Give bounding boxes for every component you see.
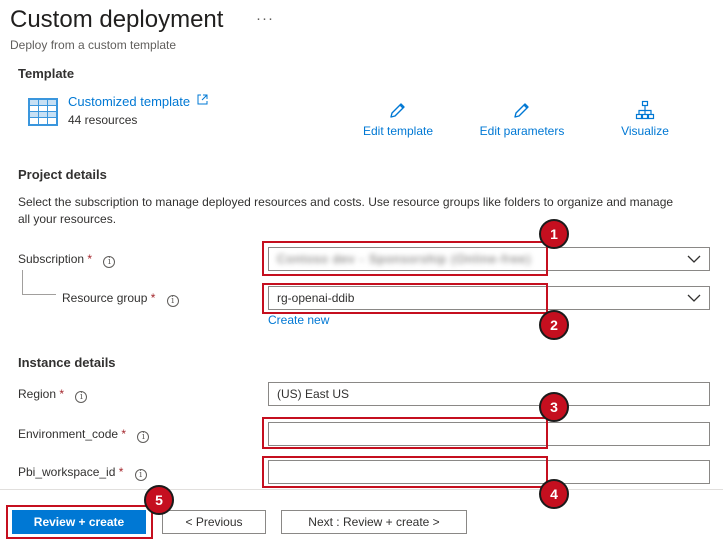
subscription-label: Subscription * i xyxy=(18,252,116,268)
required-asterisk: * xyxy=(87,252,93,266)
template-grid-icon xyxy=(28,98,58,126)
resource-group-label-text: Resource group xyxy=(62,291,148,305)
callout-badge-2: 2 xyxy=(539,310,569,340)
pencil-icon xyxy=(514,103,529,118)
hierarchy-icon xyxy=(635,100,655,120)
footer-divider xyxy=(0,489,723,490)
tree-connector xyxy=(22,294,56,295)
template-section-title: Template xyxy=(18,66,75,81)
page-subtitle: Deploy from a custom template xyxy=(10,38,177,52)
edit-template-button[interactable]: Edit template xyxy=(360,100,436,138)
visualize-label: Visualize xyxy=(621,124,669,138)
required-asterisk: * xyxy=(150,291,156,305)
project-details-description: Select the subscription to manage deploy… xyxy=(18,195,674,226)
required-asterisk: * xyxy=(121,427,127,441)
highlight-box-environment-code xyxy=(262,417,548,449)
external-link-icon xyxy=(197,94,208,105)
pencil-icon xyxy=(390,103,405,118)
highlight-box-subscription xyxy=(262,241,548,276)
region-value: (US) East US xyxy=(277,387,350,401)
project-details-title: Project details xyxy=(18,167,107,182)
edit-parameters-label: Edit parameters xyxy=(479,124,565,138)
pbi-workspace-id-label: Pbi_workspace_id * i xyxy=(18,465,147,481)
info-icon[interactable]: i xyxy=(166,295,179,307)
callout-badge-1: 1 xyxy=(539,219,569,249)
customized-template-link[interactable]: Customized template xyxy=(68,94,208,109)
pbi-workspace-id-label-text: Pbi_workspace_id xyxy=(18,465,116,479)
info-icon[interactable]: i xyxy=(103,256,116,268)
create-new-link[interactable]: Create new xyxy=(268,313,329,327)
subscription-label-text: Subscription xyxy=(18,252,85,266)
info-icon[interactable]: i xyxy=(75,391,88,403)
region-label-text: Region xyxy=(18,387,57,401)
page-title: Custom deployment xyxy=(10,6,224,33)
callout-badge-4: 4 xyxy=(539,479,569,509)
highlight-box-review-create xyxy=(6,505,153,539)
edit-template-label: Edit template xyxy=(362,124,434,138)
environment-code-label-text: Environment_code xyxy=(18,427,119,441)
chevron-down-icon xyxy=(687,294,701,302)
resource-group-label: Resource group * i xyxy=(62,291,179,307)
visualize-button[interactable]: Visualize xyxy=(618,100,672,138)
callout-badge-3: 3 xyxy=(539,392,569,422)
previous-button[interactable]: < Previous xyxy=(162,510,266,534)
highlight-box-pbi-workspace-id xyxy=(262,456,548,488)
tree-connector xyxy=(22,270,23,295)
instance-details-title: Instance details xyxy=(18,355,116,370)
highlight-box-resource-group xyxy=(262,283,548,314)
required-asterisk: * xyxy=(59,387,65,401)
info-icon[interactable]: i xyxy=(134,469,147,481)
info-icon[interactable]: i xyxy=(137,431,150,443)
edit-parameters-button[interactable]: Edit parameters xyxy=(476,100,568,138)
environment-code-label: Environment_code * i xyxy=(18,427,150,443)
chevron-down-icon xyxy=(687,255,701,263)
next-review-create-button[interactable]: Next : Review + create > xyxy=(281,510,467,534)
region-label: Region * i xyxy=(18,387,88,403)
more-options-icon[interactable]: ··· xyxy=(256,10,274,27)
callout-badge-5: 5 xyxy=(144,485,174,515)
customized-template-label: Customized template xyxy=(68,94,191,109)
region-field[interactable]: (US) East US xyxy=(268,382,710,406)
required-asterisk: * xyxy=(118,465,124,479)
resource-count: 44 resources xyxy=(68,113,138,127)
